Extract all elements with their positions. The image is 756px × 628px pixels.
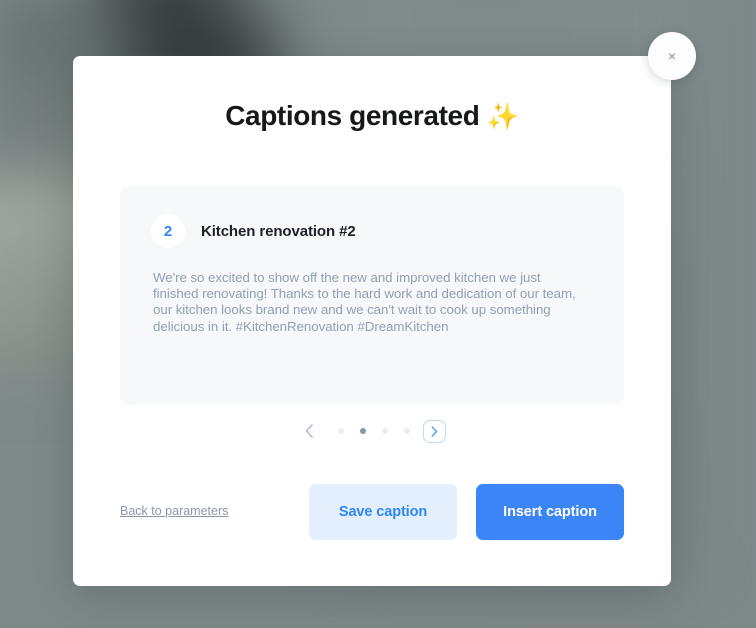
caption-body-text: We're so excited to show off the new and… xyxy=(153,270,576,334)
pagination-dot-active[interactable] xyxy=(359,428,366,434)
page-title-text: Captions generated xyxy=(225,100,480,131)
close-icon[interactable]: × xyxy=(648,32,696,80)
pagination-dot[interactable] xyxy=(337,428,344,434)
caption-card-header: 2 Kitchen renovation #2 xyxy=(120,186,624,248)
page-title: Captions generated ✨ xyxy=(73,56,671,132)
backdrop-dark-region xyxy=(60,0,280,60)
backdrop-shape-upper-right xyxy=(580,26,658,56)
chevron-left-icon[interactable] xyxy=(299,420,321,442)
pagination-dot[interactable] xyxy=(381,428,388,434)
caption-number-badge: 2 xyxy=(151,214,185,248)
dialog-actions: Back to parameters Save caption Insert c… xyxy=(73,484,671,542)
caption-title: Kitchen renovation #2 xyxy=(201,222,356,240)
caption-pagination xyxy=(120,416,624,446)
pagination-dot[interactable] xyxy=(403,428,410,434)
chevron-right-icon[interactable] xyxy=(422,419,446,443)
back-to-parameters-link[interactable]: Back to parameters xyxy=(120,504,228,518)
captions-generated-dialog: Captions generated ✨ 2 Kitchen renovatio… xyxy=(73,56,671,586)
pagination-dots xyxy=(337,428,410,434)
save-caption-button[interactable]: Save caption xyxy=(309,484,457,540)
caption-card[interactable]: 2 Kitchen renovation #2 We're so excited… xyxy=(120,186,624,405)
insert-caption-button[interactable]: Insert caption xyxy=(476,484,624,540)
sparkles-icon: ✨ xyxy=(486,101,519,131)
